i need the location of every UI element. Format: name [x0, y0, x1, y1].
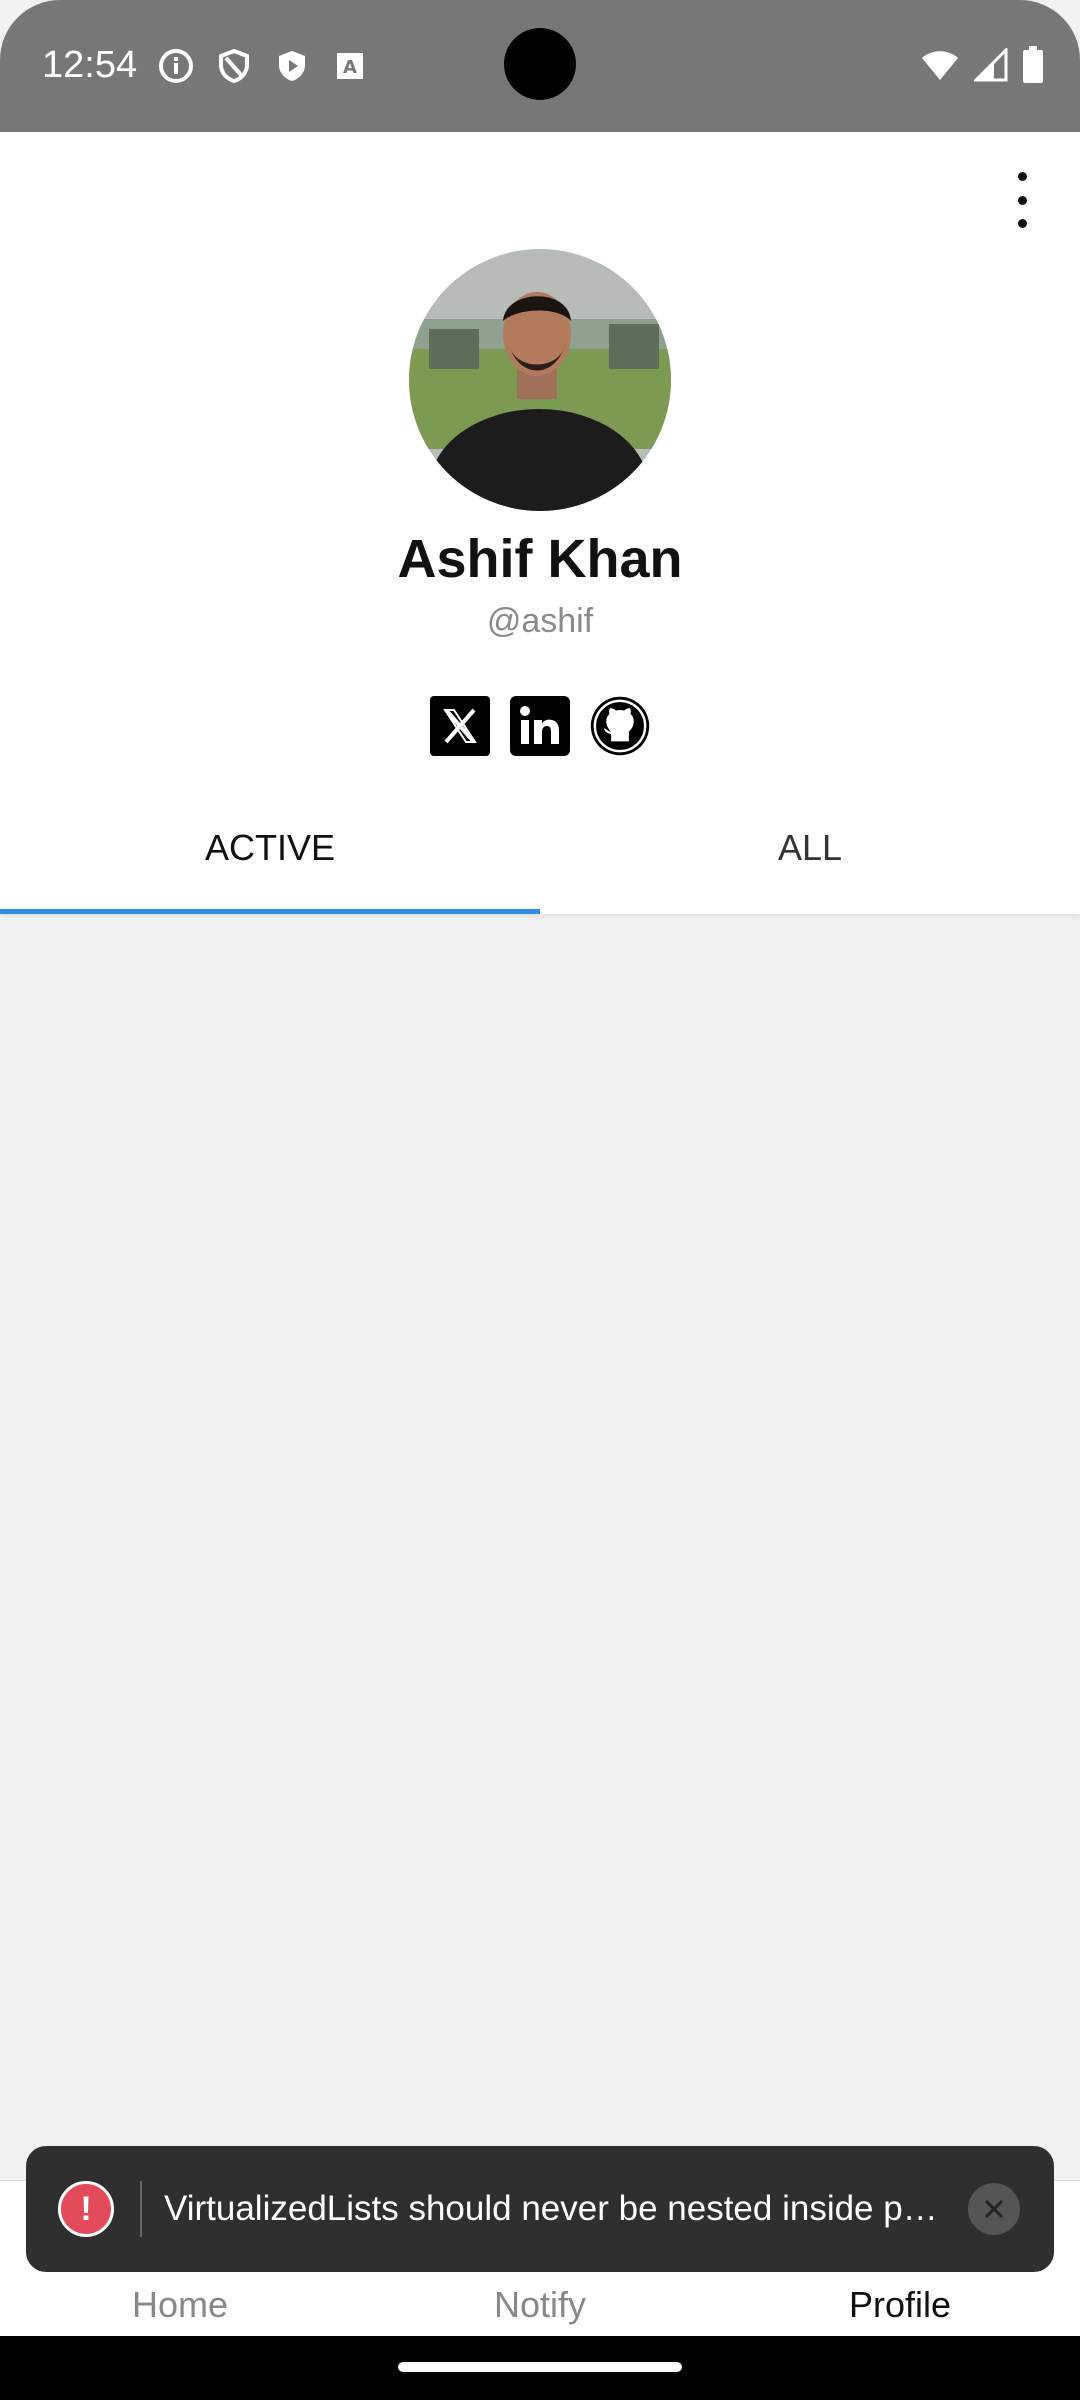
battery-icon [1022, 46, 1044, 89]
profile-handle: @ashif [486, 602, 594, 640]
svg-text:A: A [343, 57, 357, 78]
signal-icon [972, 46, 1008, 87]
close-icon[interactable] [968, 2183, 1020, 2235]
a-icon: A [332, 48, 368, 84]
profile-name: Ashif Khan [397, 529, 683, 589]
social-links [0, 696, 1080, 756]
more-options-icon[interactable] [1010, 172, 1034, 228]
tab-bar: ACTIVE ALL [0, 782, 1080, 914]
status-icons-right [920, 46, 1044, 89]
linkedin-icon[interactable] [510, 696, 570, 756]
wifi-icon [920, 48, 960, 87]
info-icon [158, 48, 194, 84]
status-icons-left: A [158, 48, 368, 84]
tab-active[interactable]: ACTIVE [0, 782, 540, 914]
x-icon[interactable] [430, 696, 490, 756]
status-bar: 12:54 A [0, 0, 1080, 132]
status-time: 12:54 [42, 44, 138, 86]
error-toast[interactable]: ! VirtualizedLists should never be neste… [26, 2146, 1054, 2272]
camera-cutout [504, 28, 576, 100]
toast-message: VirtualizedLists should never be nested … [164, 2189, 944, 2228]
github-icon[interactable] [590, 696, 650, 756]
toast-divider [140, 2181, 142, 2237]
play-protect-icon [274, 48, 310, 84]
tab-all[interactable]: ALL [540, 782, 1080, 914]
home-indicator[interactable] [398, 2362, 682, 2372]
shield-icon [216, 48, 252, 84]
error-icon: ! [58, 2181, 114, 2237]
gesture-bar-area [0, 2336, 1080, 2400]
avatar [409, 249, 671, 511]
